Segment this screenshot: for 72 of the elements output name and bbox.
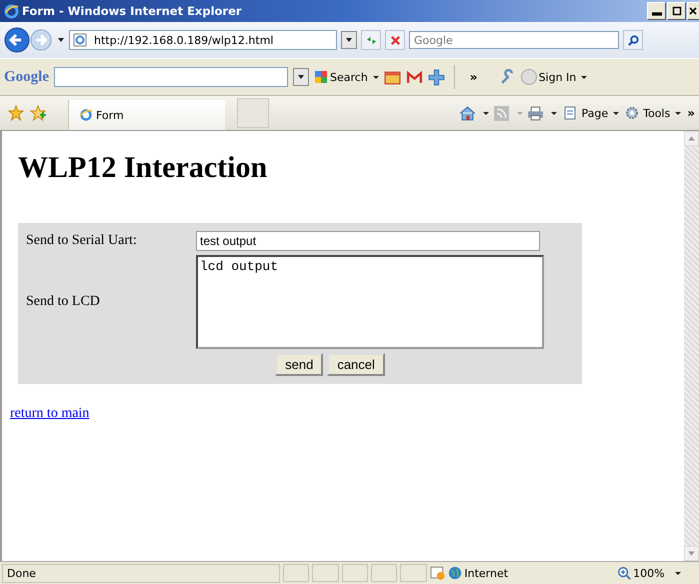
- back-button[interactable]: [4, 27, 30, 53]
- scroll-up-icon[interactable]: [684, 131, 699, 146]
- caret-icon[interactable]: [551, 112, 558, 114]
- close-icon: [688, 6, 698, 16]
- caret-icon: [345, 36, 353, 44]
- text-area[interactable]: lcd output: [196, 255, 544, 349]
- field-label: Send to LCD: [26, 294, 101, 310]
- caret-icon: [581, 76, 588, 78]
- star-icon[interactable]: [8, 105, 24, 121]
- caret-icon: [297, 73, 305, 81]
- minimize-button[interactable]: [647, 2, 666, 20]
- browser-logo-icon: [4, 4, 19, 18]
- wrench-icon[interactable]: [498, 68, 516, 86]
- google-search-button[interactable]: Search: [314, 70, 379, 84]
- page-icon: [563, 106, 578, 120]
- browser-tab[interactable]: Form: [68, 100, 225, 130]
- caret-icon: [675, 112, 682, 114]
- return-link[interactable]: return to main: [10, 406, 90, 422]
- address-field[interactable]: http://192.168.0.189/wlp12.html: [69, 30, 337, 50]
- page-menu[interactable]: Page: [563, 106, 620, 120]
- globe-icon: [448, 566, 462, 580]
- more-button[interactable]: »: [687, 106, 695, 120]
- more-button[interactable]: »: [470, 70, 478, 84]
- stop-button[interactable]: [385, 30, 405, 50]
- text-input[interactable]: test output: [196, 231, 540, 251]
- plus-icon[interactable]: [428, 68, 445, 86]
- caret-icon: [674, 572, 681, 574]
- google-search-field[interactable]: [54, 67, 288, 87]
- query-field[interactable]: Google: [409, 31, 619, 49]
- field-label: Send to Serial Uart:: [26, 233, 138, 249]
- status-panel: [342, 564, 368, 582]
- maximize-icon: [672, 6, 682, 16]
- calendar-icon[interactable]: [384, 68, 401, 86]
- caret-icon: [372, 76, 379, 78]
- window-title: Form - Windows Internet Explorer: [22, 4, 243, 18]
- scroll-down-icon[interactable]: [684, 546, 699, 561]
- close-icon: [388, 34, 402, 46]
- google-tiles-icon: [314, 70, 328, 84]
- status-panel: [371, 564, 398, 582]
- caret-icon[interactable]: [57, 36, 65, 44]
- status-panel: [283, 564, 310, 582]
- caret-icon[interactable]: [483, 112, 490, 114]
- security-zone[interactable]: Internet: [448, 566, 614, 580]
- close-button[interactable]: [687, 2, 699, 20]
- cancel-button[interactable]: cancel: [327, 353, 385, 376]
- zoom-control[interactable]: 100%: [617, 566, 697, 580]
- protected-mode-icon[interactable]: [430, 565, 446, 581]
- gear-icon: [625, 106, 640, 120]
- status-text: Done: [2, 564, 280, 582]
- avatar-icon: [520, 69, 537, 85]
- browser-logo-icon: [79, 108, 93, 122]
- status-panel: [312, 564, 339, 582]
- mail-icon[interactable]: [406, 68, 423, 86]
- send-button[interactable]: send: [275, 353, 324, 376]
- zoom-icon: [617, 566, 632, 580]
- scrollbar[interactable]: [684, 131, 699, 561]
- search-icon: [626, 34, 640, 46]
- printer-icon[interactable]: [527, 104, 544, 122]
- page-heading: WLP12 Interaction: [18, 151, 268, 185]
- add-favorite-icon[interactable]: [30, 105, 46, 121]
- caret-icon: [613, 112, 620, 114]
- page-icon: [73, 33, 87, 47]
- tools-menu[interactable]: Tools: [625, 106, 682, 120]
- sign-in-button[interactable]: Sign In: [520, 69, 588, 85]
- google-logo: Google: [4, 68, 49, 86]
- search-button[interactable]: [623, 30, 643, 50]
- dropdown-button[interactable]: [341, 31, 357, 49]
- maximize-button[interactable]: [667, 2, 686, 20]
- home-icon[interactable]: [459, 104, 476, 122]
- status-panel: [400, 564, 427, 582]
- url-text: http://192.168.0.189/wlp12.html: [94, 34, 274, 46]
- dropdown-button[interactable]: [293, 68, 309, 86]
